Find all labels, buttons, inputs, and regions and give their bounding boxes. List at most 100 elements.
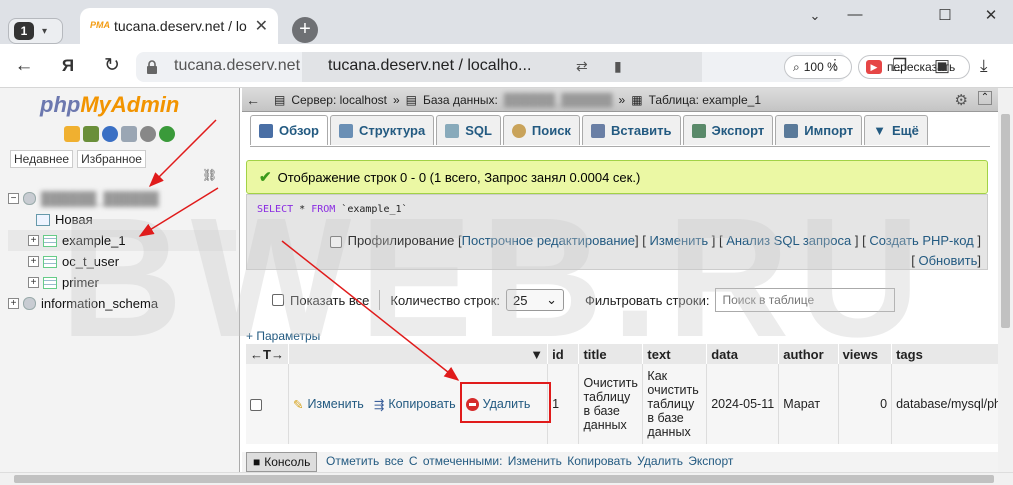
success-text: Отображение строк 0 - 0 (1 всего, Запрос…	[277, 169, 641, 185]
new-tab-button[interactable]: +	[292, 17, 318, 43]
help-icon[interactable]	[102, 126, 118, 142]
column-views[interactable]: views	[838, 344, 893, 364]
collapse-top-icon[interactable]: ⌃	[978, 91, 992, 105]
tab-sql[interactable]: SQL	[436, 115, 501, 145]
screenshot-icon[interactable]: ▣	[934, 56, 950, 76]
create-php-link[interactable]: Создать PHP-код	[869, 233, 973, 248]
breadcrumb-table[interactable]: Таблица: example_1	[649, 93, 761, 107]
column-arrows[interactable]: ←T→	[246, 344, 289, 364]
translate-icon[interactable]: ⇄	[576, 58, 588, 75]
cell-views[interactable]: 0	[838, 364, 893, 444]
settings-gear-icon[interactable]: ⚙	[955, 91, 968, 109]
cell-author[interactable]: Марат	[778, 364, 839, 444]
edit-link[interactable]: Изменить	[649, 233, 708, 248]
horizontal-scrollbar[interactable]	[0, 472, 1013, 485]
console-button[interactable]: ■ Консоль	[246, 452, 318, 472]
expand-icon[interactable]: +	[28, 235, 39, 246]
collapse-nav-icon[interactable]: ←	[246, 92, 260, 108]
gear-icon[interactable]	[140, 126, 156, 142]
table-icon	[43, 234, 57, 247]
tab-recent[interactable]: Недавнее	[10, 150, 74, 168]
tree-db-information-schema[interactable]: + information_schema	[8, 293, 236, 314]
column-tags[interactable]: tags	[891, 344, 998, 364]
tab-export[interactable]: Экспорт	[682, 115, 774, 145]
column-id[interactable]: id	[547, 344, 580, 364]
sort-column[interactable]: ▼	[288, 344, 549, 364]
docs-icon[interactable]	[121, 126, 137, 142]
analyze-link[interactable]: Анализ SQL запроса	[726, 233, 851, 248]
parameters-toggle[interactable]: + Параметры	[246, 329, 320, 343]
table-icon	[43, 255, 57, 268]
maximize-icon[interactable]: ☐	[930, 6, 960, 30]
column-text[interactable]: text	[642, 344, 708, 364]
collapse-icon[interactable]: −	[8, 193, 19, 204]
tab-insert[interactable]: Вставить	[581, 115, 681, 145]
expand-icon[interactable]: +	[28, 277, 39, 288]
refresh-link[interactable]: Обновить	[919, 253, 978, 268]
table-header-row: ←T→ ▼ id title text data author views ta…	[246, 344, 998, 364]
tab-browse[interactable]: Обзор	[250, 115, 328, 145]
export-icon	[691, 123, 706, 138]
download-icon[interactable]: ⤓	[980, 56, 988, 76]
yandex-icon[interactable]: Я	[56, 54, 80, 78]
pma-logo[interactable]: phpMyAdmin	[40, 92, 179, 118]
breadcrumb-database[interactable]: База данных:	[423, 93, 498, 107]
column-data[interactable]: data	[706, 344, 780, 364]
reload-nav-icon[interactable]	[159, 126, 175, 142]
tab-search[interactable]: Поиск	[502, 115, 580, 145]
cell-tags[interactable]: database/mysql/ph	[891, 364, 998, 444]
logout-icon[interactable]	[83, 126, 99, 142]
blurred-db-name: ██████_██████	[41, 191, 159, 206]
tree-item-oc-t-user[interactable]: + oc_t_user	[8, 251, 236, 272]
expand-icon[interactable]: +	[8, 298, 19, 309]
home-icon[interactable]	[64, 126, 80, 142]
expand-icon[interactable]: +	[28, 256, 39, 267]
column-title[interactable]: title	[578, 344, 644, 364]
row-count-select[interactable]: 25 ⌄	[506, 289, 565, 311]
scroll-thumb[interactable]	[1001, 114, 1010, 328]
vertical-scrollbar[interactable]	[998, 88, 1013, 472]
cell-id[interactable]: 1	[547, 364, 580, 444]
url-field[interactable]: tucana.deserv.net tucana.deserv.net / lo…	[136, 52, 970, 82]
collections-icon[interactable]: ❐	[892, 56, 907, 76]
column-author[interactable]: author	[778, 344, 839, 364]
tree-item-new[interactable]: Новая	[8, 209, 236, 230]
close-icon[interactable]: ✕	[255, 16, 268, 36]
sql-query[interactable]: SELECT * FROM `example_1`	[257, 204, 408, 215]
breadcrumb-server[interactable]: Сервер: localhost	[291, 93, 387, 107]
row-checkbox[interactable]	[250, 398, 262, 411]
retell-button[interactable]: ▶ пересказать	[858, 55, 970, 79]
profiling-checkbox[interactable]	[329, 235, 342, 248]
tree-item-primer[interactable]: + primer	[8, 272, 236, 293]
more-icon[interactable]: ⋮	[828, 56, 842, 73]
reload-icon[interactable]: ↻	[100, 54, 124, 78]
filter-input[interactable]: Поиск в таблице	[715, 288, 896, 312]
cell-data[interactable]: 2024-05-11	[706, 364, 780, 444]
edit-row-link[interactable]: ✎ Изменить	[293, 397, 364, 412]
tab-menu-icon[interactable]: ⌄	[800, 8, 830, 32]
pma-content-panel: ← ▤ Сервер: localhost » ▤ База данных: █…	[242, 88, 998, 472]
bulk-actions[interactable]: Отметить все С отмеченными: Изменить Коп…	[326, 454, 733, 468]
edit-label: Изменить	[307, 397, 364, 411]
tab-favorites[interactable]: Избранное	[77, 150, 146, 168]
tab-counter-button[interactable]: 1 ▾	[8, 18, 63, 44]
copy-row-link[interactable]: ⇶ Копировать	[374, 397, 456, 412]
inline-edit-link[interactable]: Построчное редактирование	[462, 233, 635, 248]
tab-import[interactable]: Импорт	[775, 115, 863, 145]
close-window-icon[interactable]: ✕	[976, 6, 1006, 30]
cell-text[interactable]: Как очистить таблицу в базе данных	[642, 364, 708, 444]
tree-db-current[interactable]: − ██████_██████	[8, 188, 236, 209]
back-icon[interactable]: ←	[12, 54, 36, 78]
tree-item-example-1[interactable]: + example_1	[8, 230, 236, 251]
browser-tab[interactable]: PMA tucana.deserv.net / loca ✕	[80, 8, 278, 44]
scroll-thumb[interactable]	[14, 475, 994, 483]
tab-structure[interactable]: Структура	[330, 115, 435, 145]
tree-item-label: Новая	[55, 212, 93, 227]
results-table: ←T→ ▼ id title text data author views ta…	[246, 344, 998, 444]
link-icon[interactable]: ⛓	[202, 168, 217, 182]
minimize-icon[interactable]: —	[840, 6, 870, 30]
show-all-checkbox[interactable]	[272, 294, 284, 306]
tab-more[interactable]: ▼ Ещё	[864, 115, 928, 145]
bookmark-icon[interactable]: ▮	[614, 58, 622, 75]
cell-title[interactable]: Очистить таблицу в базе данных	[578, 364, 644, 444]
